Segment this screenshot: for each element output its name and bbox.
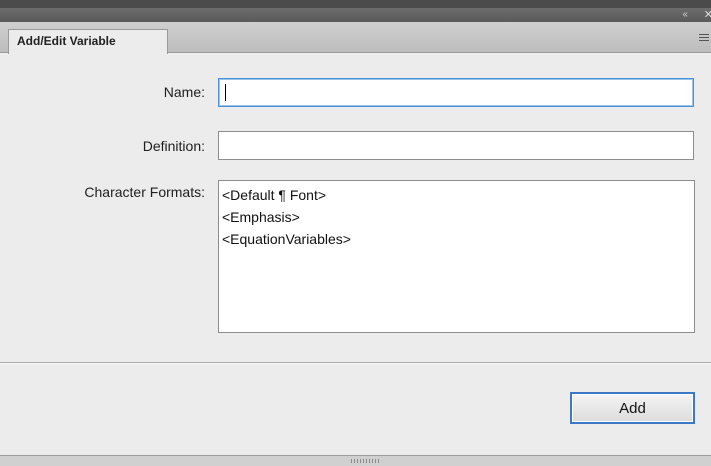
tab-add-edit-variable[interactable]: Add/Edit Variable [8,29,168,54]
bottom-resize-bar[interactable] [0,455,711,466]
close-icon[interactable]: ✕ [704,8,711,22]
character-formats-listbox[interactable]: <Default ¶ Font> <Emphasis> <EquationVar… [218,180,695,333]
name-label: Name: [163,84,205,100]
add-edit-variable-panel: ‹‹ ✕ Add/Edit Variable Name: Definition:… [0,0,711,466]
list-item[interactable]: <Emphasis> [221,206,692,228]
resize-grip-icon[interactable] [351,459,381,463]
panel-menu-icon[interactable] [699,34,709,44]
add-button[interactable]: Add [570,392,695,424]
definition-label: Definition: [142,138,205,154]
name-input[interactable] [218,78,694,107]
text-caret [225,84,226,101]
panel-titlebar[interactable] [0,8,711,22]
top-strip [0,0,711,8]
definition-input[interactable] [218,131,694,160]
list-item[interactable]: <Default ¶ Font> [221,184,692,206]
character-formats-label: Character Formats: [84,184,205,200]
list-item[interactable]: <EquationVariables> [221,228,692,250]
divider-highlight [0,363,711,364]
double-chevron-left-icon[interactable]: ‹‹ [682,8,688,22]
